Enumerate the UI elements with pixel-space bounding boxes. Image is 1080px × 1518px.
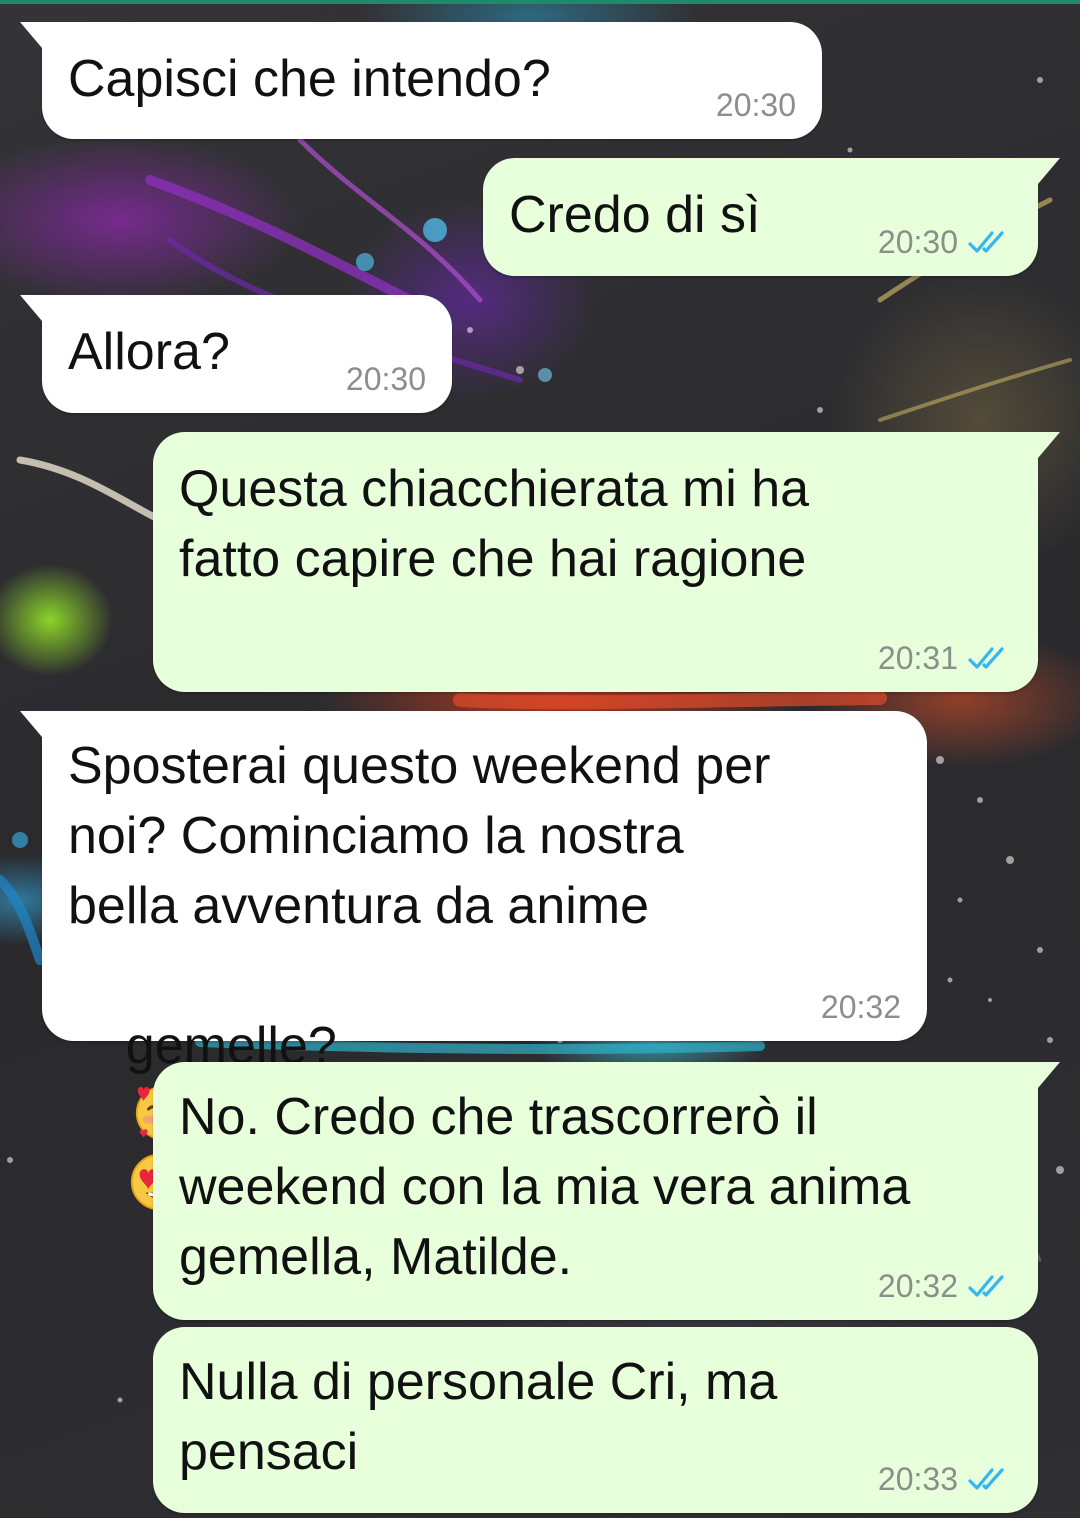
read-double-check-icon <box>968 647 1004 669</box>
message-text: Allora? <box>68 323 230 381</box>
incoming-message[interactable]: Capisci che intendo? 20:30 <box>20 22 822 139</box>
message-meta: 20:30 <box>346 361 426 397</box>
message-time: 20:32 <box>820 989 901 1025</box>
header-edge <box>0 0 1080 4</box>
read-double-check-icon <box>968 1468 1004 1490</box>
message-text-line: gemella, Matilde. <box>179 1228 573 1286</box>
message-text-line: weekend con la mia vera anima <box>179 1158 911 1216</box>
message-meta: 20:33 <box>878 1461 1012 1497</box>
message-text-line: bella avventura da anime <box>68 877 650 935</box>
message-time: 20:33 <box>877 1461 958 1497</box>
message-text-line: pensaci <box>179 1423 359 1481</box>
outgoing-message[interactable]: No. Credo che trascorrerò il weekend con… <box>153 1062 1060 1320</box>
message-time: 20:32 <box>877 1268 958 1304</box>
message-meta: 20:30 <box>878 224 1012 260</box>
read-double-check-icon <box>968 1275 1004 1297</box>
message-meta: 20:32 <box>821 989 901 1025</box>
message-meta: 20:32 <box>878 1268 1012 1304</box>
message-text-line: fatto capire che hai ragione <box>179 530 807 588</box>
message-text-line: noi? Cominciamo la nostra <box>68 807 684 865</box>
message-meta: 20:30 <box>716 87 796 123</box>
message-time: 20:30 <box>877 224 958 260</box>
outgoing-message[interactable]: Nulla di personale Cri, ma pensaci 20:33 <box>153 1327 1038 1513</box>
message-time: 20:31 <box>877 640 958 676</box>
message-text-line: Nulla di personale Cri, ma <box>179 1353 778 1411</box>
message-text-line: Questa chiacchierata mi ha <box>179 460 810 518</box>
incoming-message[interactable]: Sposterai questo weekend per noi? Cominc… <box>20 711 927 1211</box>
message-time: 20:30 <box>715 87 796 123</box>
message-text: Credo di sì <box>509 186 761 244</box>
read-double-check-icon <box>968 231 1004 253</box>
message-text-line: No. Credo che trascorrerò il <box>179 1088 818 1146</box>
outgoing-message[interactable]: Questa chiacchierata mi ha fatto capire … <box>153 432 1060 692</box>
outgoing-message[interactable]: Credo di sì 20:30 <box>483 158 1060 276</box>
message-time: 20:30 <box>345 361 426 397</box>
message-text: Capisci che intendo? <box>68 50 551 108</box>
message-meta: 20:31 <box>878 640 1012 676</box>
message-text-line: Sposterai questo weekend per <box>68 737 771 795</box>
incoming-message[interactable]: Allora? 20:30 <box>20 295 452 413</box>
